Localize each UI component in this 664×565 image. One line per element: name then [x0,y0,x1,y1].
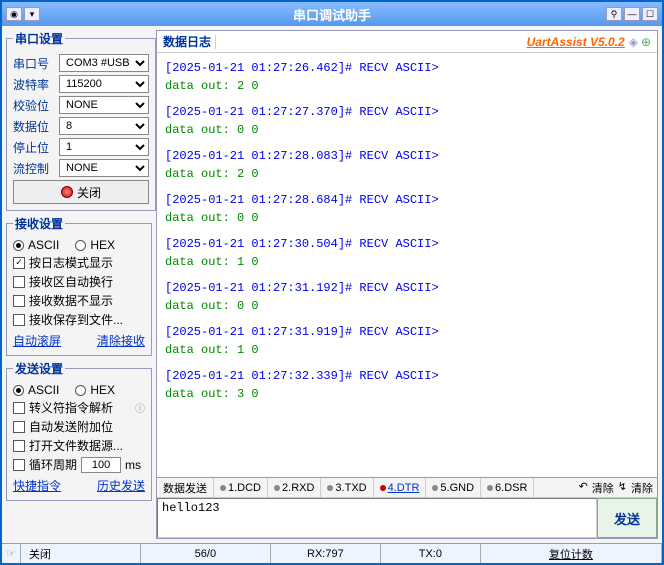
escape-parse-check[interactable] [13,402,25,414]
pin-icon[interactable]: ⚲ [606,7,622,21]
log-timestamp: [2025-01-21 01:27:28.083]# RECV ASCII> [165,147,653,165]
brand-label[interactable]: UartAssist V5.0.2 [527,35,625,49]
log-data: data out: 2 0 [165,77,653,95]
window-title: 串口调试助手 [293,5,371,24]
status-tx: TX:0 [419,548,442,560]
status-ready-icon: ☞ [6,547,16,560]
pin-dot-icon [380,485,386,491]
recv-savefile-check[interactable] [13,314,25,326]
titlebar: ◉ ▾ 串口调试助手 ⚲ — ☐ [2,2,662,26]
log-data: data out: 0 0 [165,297,653,315]
refresh-icon[interactable]: ↶ [579,480,588,496]
parity-label: 校验位 [13,97,55,114]
pin-tab[interactable]: 2.RXD [268,478,321,497]
log-timestamp: [2025-01-21 01:27:32.339]# RECV ASCII> [165,367,653,385]
recv-hide-check[interactable] [13,295,25,307]
pin-tab[interactable]: 4.DTR [374,478,427,497]
log-timestamp: [2025-01-21 01:27:26.462]# RECV ASCII> [165,59,653,77]
history-link[interactable]: 历史发送 [97,477,145,494]
autoscroll-link[interactable]: 自动滚屏 [13,332,61,349]
clear-send-2[interactable]: 清除 [631,480,653,496]
log-title: 数据日志 [163,33,211,50]
flow-label: 流控制 [13,160,55,177]
send-ascii-radio[interactable] [13,385,24,396]
log-data: data out: 1 0 [165,253,653,271]
port-settings-panel: 串口设置 串口号COM3 #USB 波特率115200 校验位NONE 数据位8… [6,30,156,211]
status-counts: 56/0 [195,548,216,560]
close-icon[interactable]: ☐ [642,7,658,21]
statusbar: ☞ 关闭 56/0 RX:797 TX:0 复位计数 [2,543,662,563]
send-tab[interactable]: 数据发送 [157,478,214,497]
stop-label: 停止位 [13,139,55,156]
trash-icon[interactable]: ↯ [618,480,627,496]
pin-dot-icon [327,485,333,491]
log-timestamp: [2025-01-21 01:27:31.192]# RECV ASCII> [165,279,653,297]
recv-settings-panel: 接收设置 ASCII HEX 按日志模式显示 接收区自动换行 接收数据不显示 接… [6,215,152,356]
record-icon [61,186,73,198]
port-label: 串口号 [13,55,55,72]
log-timestamp: [2025-01-21 01:27:28.684]# RECV ASCII> [165,191,653,209]
status-reset[interactable]: 复位计数 [549,546,593,562]
flow-select[interactable]: NONE [59,159,149,177]
pin-tab[interactable]: 1.DCD [214,478,268,497]
baud-select[interactable]: 115200 [59,75,149,93]
send-settings-legend: 发送设置 [13,360,65,377]
send-hex-radio[interactable] [75,385,86,396]
recv-settings-legend: 接收设置 [13,215,65,232]
recv-autowrap-check[interactable] [13,276,25,288]
send-button[interactable]: 发送 [597,498,657,538]
data-select[interactable]: 8 [59,117,149,135]
log-area[interactable]: [2025-01-21 01:27:26.462]# RECV ASCII>da… [157,53,657,477]
send-input[interactable] [157,498,597,538]
log-timestamp: [2025-01-21 01:27:31.919]# RECV ASCII> [165,323,653,341]
minimize-icon[interactable]: — [624,7,640,21]
log-data: data out: 0 0 [165,121,653,139]
auto-append-check[interactable] [13,421,25,433]
status-rx: RX:797 [307,548,344,560]
diamond-icon[interactable]: ◈ [629,35,638,49]
log-data: data out: 2 0 [165,165,653,183]
open-file-check[interactable] [13,440,25,452]
port-close-button[interactable]: 关闭 [13,180,149,204]
clear-send-1[interactable]: 清除 [592,480,614,496]
log-data: data out: 3 0 [165,385,653,403]
loop-period-check[interactable] [13,459,25,471]
dropdown-icon[interactable]: ▾ [24,7,40,21]
period-input[interactable] [81,457,121,473]
parity-select[interactable]: NONE [59,96,149,114]
port-select[interactable]: COM3 #USB [59,54,149,72]
pin-tab[interactable]: 5.GND [426,478,481,497]
pin-tab[interactable]: 6.DSR [481,478,534,497]
recv-hex-radio[interactable] [75,240,86,251]
app-icon[interactable]: ◉ [6,7,22,21]
status-close[interactable]: 关闭 [29,546,51,562]
recv-logmode-check[interactable] [13,257,25,269]
data-label: 数据位 [13,118,55,135]
help-icon[interactable]: ⊕ [641,35,651,49]
pin-tab[interactable]: 3.TXD [321,478,373,497]
pin-dot-icon [274,485,280,491]
log-data: data out: 0 0 [165,209,653,227]
baud-label: 波特率 [13,76,55,93]
clear-recv-link[interactable]: 清除接收 [97,332,145,349]
pin-dot-icon [220,485,226,491]
quick-cmd-link[interactable]: 快捷指令 [13,477,61,494]
port-settings-legend: 串口设置 [13,30,65,47]
pin-dot-icon [487,485,493,491]
pin-dot-icon [432,485,438,491]
stop-select[interactable]: 1 [59,138,149,156]
send-settings-panel: 发送设置 ASCII HEX 转义符指令解析ⓘ 自动发送附加位 打开文件数据源.… [6,360,152,501]
log-data: data out: 1 0 [165,341,653,359]
log-timestamp: [2025-01-21 01:27:30.504]# RECV ASCII> [165,235,653,253]
recv-ascii-radio[interactable] [13,240,24,251]
log-timestamp: [2025-01-21 01:27:27.370]# RECV ASCII> [165,103,653,121]
